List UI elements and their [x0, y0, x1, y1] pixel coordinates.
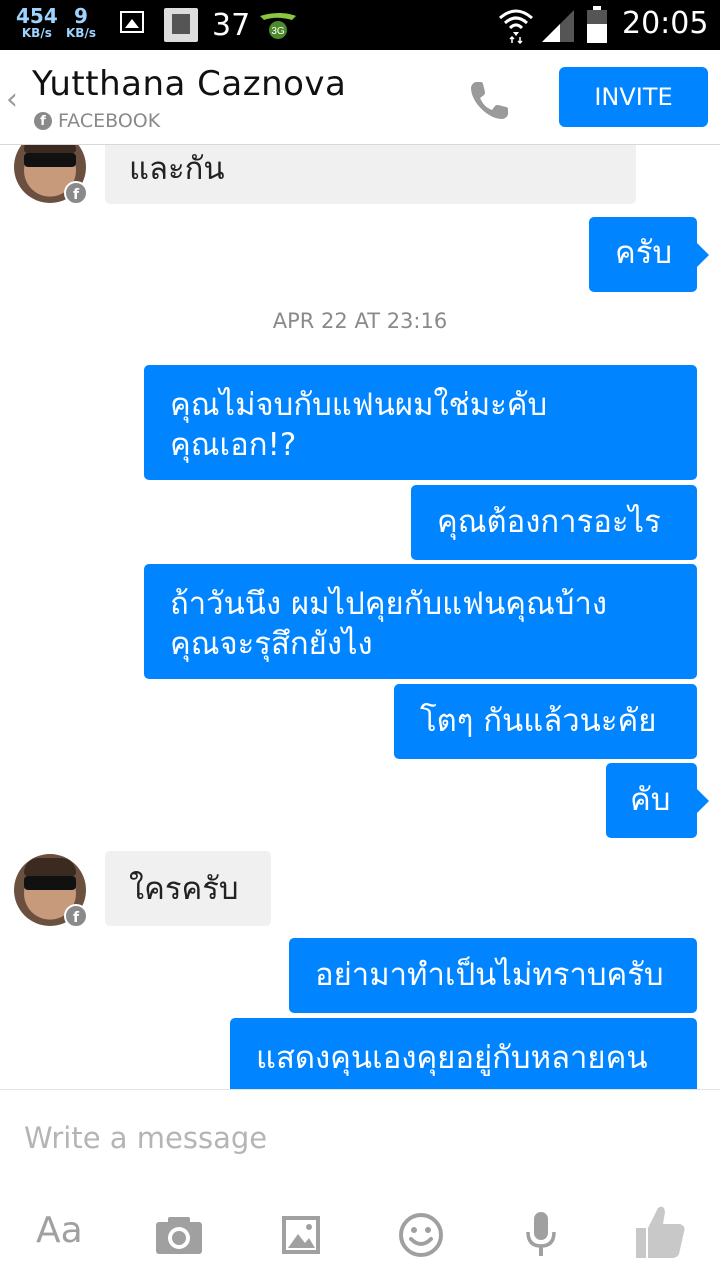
app-notification-icon	[164, 8, 198, 42]
message-thread[interactable]: f และกัน ครับ APR 22 AT 23:16 คุณไม่จบกั…	[0, 145, 720, 1089]
wifi-icon	[499, 9, 533, 44]
download-speed-value: 454	[16, 4, 58, 28]
invite-button[interactable]: INVITE	[559, 67, 708, 127]
message-text: แสดงคุนเองคุยอยู่กับหลายคน	[256, 1040, 648, 1076]
message-text: อย่ามาทำเป็นไม่ทราบครับ	[315, 957, 664, 993]
message-tail	[697, 789, 709, 813]
outgoing-message[interactable]: อย่ามาทำเป็นไม่ทราบครับ	[289, 938, 697, 1013]
message-composer: Aa	[0, 1089, 720, 1281]
signal-icon	[542, 10, 574, 42]
facebook-icon: f	[34, 112, 52, 130]
gallery-icon[interactable]	[274, 1208, 328, 1262]
outgoing-message[interactable]: คุณต้องการอะไร	[411, 485, 697, 560]
avatar-hair	[24, 145, 76, 153]
network-type-label: 3G	[271, 26, 285, 37]
message-timestamp: APR 22 AT 23:16	[272, 309, 448, 333]
avatar-sunglasses	[24, 153, 76, 167]
message-text: ใครครับ	[129, 871, 239, 907]
incoming-message[interactable]: ใครครับ	[105, 851, 271, 926]
clock: 20:05	[622, 6, 709, 41]
outgoing-message[interactable]: ครับ	[589, 217, 697, 292]
outgoing-message[interactable]: ถ้าวันนึง ผมไปคุยกับแฟนคุณบ้าง คุณจะรุสึ…	[144, 564, 697, 679]
microphone-icon[interactable]	[514, 1208, 568, 1262]
contact-avatar[interactable]: f	[14, 854, 88, 928]
avatar-hair	[24, 858, 76, 876]
upload-speed-value: 9	[74, 4, 88, 28]
outgoing-message[interactable]: แสดงคุนเองคุยอยู่กับหลายคน	[230, 1018, 697, 1089]
message-text: โตๆ กันแล้วนะคัย	[420, 703, 657, 739]
message-text: คับ	[630, 782, 671, 818]
upload-speed: 9 KB/s	[66, 6, 96, 39]
incoming-message[interactable]: และกัน	[105, 145, 636, 204]
upload-speed-unit: KB/s	[66, 26, 96, 40]
avatar-sunglasses	[24, 876, 76, 890]
message-text: และกัน	[129, 151, 225, 187]
message-text-line: คุณไม่จบกับแฟนผมใช่มะคับ	[170, 387, 548, 423]
message-text-line: คุณเอก!?	[170, 427, 297, 463]
outgoing-message[interactable]: คุณไม่จบกับแฟนผมใช่มะคับ คุณเอก!?	[144, 365, 697, 480]
message-text-line: ถ้าวันนึง ผมไปคุยกับแฟนคุณบ้าง	[170, 586, 608, 622]
text-format-button[interactable]: Aa	[36, 1210, 83, 1251]
3g-icon: 3G	[260, 13, 296, 39]
message-tail	[697, 243, 709, 267]
message-text: คุณต้องการอะไร	[437, 504, 661, 540]
download-speed: 454 KB/s	[16, 6, 58, 39]
contact-avatar[interactable]: f	[14, 145, 88, 205]
outgoing-message[interactable]: คับ	[606, 763, 697, 838]
contact-name[interactable]: Yutthana Caznova	[32, 64, 346, 104]
outgoing-message[interactable]: โตๆ กันแล้วนะคัย	[394, 684, 697, 759]
facebook-badge-icon: f	[64, 181, 88, 205]
facebook-badge-icon: f	[64, 904, 88, 928]
phone-icon[interactable]	[466, 76, 514, 124]
contact-source: FACEBOOK	[58, 110, 161, 132]
back-button[interactable]: ‹	[6, 82, 18, 117]
notification-count: 37	[212, 8, 251, 43]
conversation-header: ‹ Yutthana Caznova f FACEBOOK INVITE	[0, 50, 720, 145]
message-text: ครับ	[615, 235, 673, 271]
camera-icon[interactable]	[152, 1208, 206, 1262]
battery-icon	[587, 6, 607, 43]
message-input[interactable]	[24, 1118, 684, 1158]
image-icon	[120, 11, 144, 33]
status-bar: 454 KB/s 9 KB/s 37 3G 20:05	[0, 0, 720, 50]
download-speed-unit: KB/s	[21, 26, 52, 40]
like-icon[interactable]	[634, 1202, 688, 1262]
emoji-icon[interactable]	[394, 1208, 448, 1262]
message-text-line: คุณจะรุสึกยังไง	[170, 626, 373, 662]
